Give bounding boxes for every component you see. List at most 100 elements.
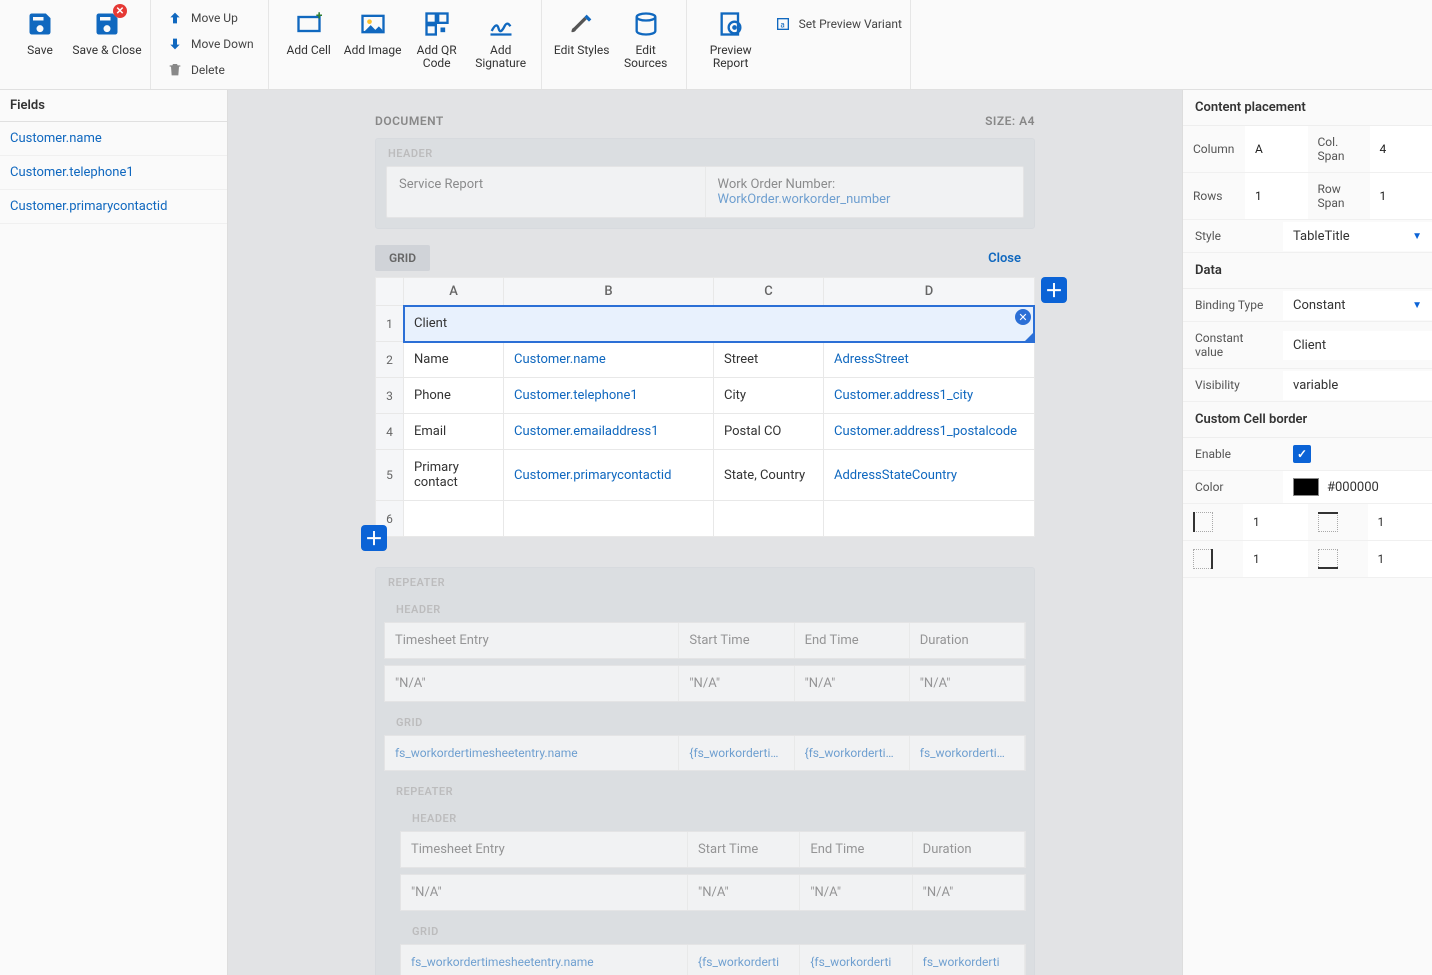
enable-checkbox[interactable]: ✓ [1283, 438, 1432, 470]
canvas[interactable]: DOCUMENT SIZE: A4 HEADER Service Report … [228, 90, 1182, 975]
grid-cell[interactable] [714, 501, 824, 537]
grid-cell[interactable]: Phone [404, 378, 504, 414]
rep-grid-cell[interactable]: {fs_workorderti [800, 945, 912, 975]
row-header[interactable]: 2 [376, 342, 404, 378]
repeater-grid-label: GRID [392, 917, 1034, 944]
rep-header-cell[interactable]: End Time [795, 623, 910, 658]
grid-cell[interactable]: Postal CO [714, 414, 824, 450]
row-header[interactable]: 4 [376, 414, 404, 450]
add-image-button[interactable]: Add Image [341, 4, 405, 57]
rep-grid-cell[interactable]: fs_workordertimesheetentry.... [910, 736, 1025, 770]
save-button[interactable]: Save [8, 4, 72, 57]
binding-type-dropdown[interactable]: Constant ▼ [1283, 291, 1432, 320]
row-header[interactable]: 5 [376, 450, 404, 501]
rep-header-cell[interactable]: Timesheet Entry [401, 832, 688, 867]
grid-cell[interactable]: AdressStreet [824, 342, 1035, 378]
rep-header-cell[interactable]: Start Time [688, 832, 800, 867]
field-item[interactable]: Customer.telephone1 [0, 156, 227, 190]
grid-cell-selected[interactable]: Client [404, 306, 1035, 342]
row-header[interactable]: 1 [376, 306, 404, 342]
colspan-value[interactable]: 4 [1370, 126, 1432, 173]
border-right-icon-cell [1183, 541, 1243, 578]
edit-styles-button[interactable]: Edit Styles [550, 4, 614, 57]
edit-sources-button[interactable]: Edit Sources [614, 4, 678, 70]
color-input[interactable]: #000000 [1283, 471, 1432, 503]
border-left-value[interactable]: 1 [1243, 504, 1308, 541]
col-header-b[interactable]: B [504, 278, 714, 306]
delete-button[interactable]: Delete [165, 60, 254, 80]
save-close-button[interactable]: ✕ Save & Close [72, 4, 142, 57]
grid-cell[interactable]: AddressStateCountry [824, 450, 1035, 501]
move-down-button[interactable]: Move Down [165, 34, 254, 54]
rows-value[interactable]: 1 [1245, 173, 1308, 220]
visibility-input[interactable]: variable [1283, 371, 1432, 400]
grid-cell[interactable]: Customer.emailaddress1 [504, 414, 714, 450]
move-up-button[interactable]: Move Up [165, 8, 254, 28]
col-header-d[interactable]: D [824, 278, 1035, 306]
set-preview-variant-button[interactable]: a Set Preview Variant [773, 14, 902, 34]
rep-na-cell[interactable]: "N/A" [679, 666, 794, 701]
constant-value-input[interactable]: Client [1283, 331, 1432, 360]
grid-cell[interactable]: Email [404, 414, 504, 450]
border-bottom-value[interactable]: 1 [1368, 541, 1432, 578]
repeater-header-label: HEADER [392, 804, 1034, 831]
grid-close-button[interactable]: Close [988, 251, 1025, 266]
rep-header-cell[interactable]: Duration [910, 623, 1025, 658]
rep-na-cell[interactable]: "N/A" [401, 875, 688, 910]
repeater-section[interactable]: REPEATER HEADER Timesheet Entry Start Ti… [375, 567, 1035, 975]
grid-cell[interactable] [404, 501, 504, 537]
column-value[interactable]: A [1245, 126, 1308, 173]
grid-cell[interactable] [824, 501, 1035, 537]
border-right-value[interactable]: 1 [1243, 541, 1308, 578]
grid-cell[interactable]: Customer.address1_city [824, 378, 1035, 414]
rep-grid-cell[interactable]: {fs_workordertimesheetentry.... [795, 736, 910, 770]
header-cell-right[interactable]: Work Order Number: WorkOrder.workorder_n… [706, 167, 1024, 217]
rep-na-cell[interactable]: "N/A" [800, 875, 912, 910]
border-bottom-icon-cell [1308, 541, 1368, 578]
header-section[interactable]: HEADER Service Report Work Order Number:… [375, 138, 1035, 229]
field-item[interactable]: Customer.primarycontactid [0, 190, 227, 224]
document-label: DOCUMENT [375, 114, 444, 128]
col-header-a[interactable]: A [404, 278, 504, 306]
grid-cell[interactable] [504, 501, 714, 537]
rep-grid-cell[interactable]: fs_workorderti [913, 945, 1025, 975]
rep-header-cell[interactable]: Start Time [679, 623, 794, 658]
rep-na-cell[interactable]: "N/A" [913, 875, 1025, 910]
rep-grid-cell[interactable]: fs_workordertimesheetentry.name [401, 945, 688, 975]
rep-na-cell[interactable]: "N/A" [688, 875, 800, 910]
grid-cell[interactable]: Street [714, 342, 824, 378]
grid-cell[interactable]: State, Country [714, 450, 824, 501]
col-header-c[interactable]: C [714, 278, 824, 306]
grid-tab[interactable]: GRID [375, 245, 430, 271]
rep-na-cell[interactable]: "N/A" [385, 666, 679, 701]
rep-header-cell[interactable]: Timesheet Entry [385, 623, 679, 658]
resize-handle[interactable] [1023, 333, 1033, 343]
grid-cell[interactable]: City [714, 378, 824, 414]
grid-cell[interactable]: Customer.telephone1 [504, 378, 714, 414]
row-header[interactable]: 3 [376, 378, 404, 414]
rep-grid-cell[interactable]: {fs_workordertimesheetentry.... [679, 736, 794, 770]
add-signature-button[interactable]: Add Signature [469, 4, 533, 70]
rep-na-cell[interactable]: "N/A" [910, 666, 1025, 701]
field-item[interactable]: Customer.name [0, 122, 227, 156]
rep-grid-cell[interactable]: {fs_workorderti [688, 945, 800, 975]
grid-cell[interactable]: Customer.address1_postalcode [824, 414, 1035, 450]
preview-report-button[interactable]: Preview Report [695, 4, 767, 70]
rep-header-cell[interactable]: End Time [800, 832, 912, 867]
rep-na-cell[interactable]: "N/A" [795, 666, 910, 701]
add-qr-button[interactable]: Add QR Code [405, 4, 469, 70]
add-column-button[interactable]: ＋ [1041, 277, 1067, 303]
add-row-button[interactable]: ＋ [361, 525, 387, 551]
style-dropdown[interactable]: TableTitle ▼ [1283, 222, 1432, 251]
rep-grid-cell[interactable]: fs_workordertimesheetentry.name [385, 736, 679, 770]
grid-cell[interactable]: Name [404, 342, 504, 378]
header-cell-left[interactable]: Service Report [387, 167, 706, 217]
rowspan-value[interactable]: 1 [1370, 173, 1432, 220]
add-cell-button[interactable]: + Add Cell [277, 4, 341, 57]
grid-cell[interactable]: Customer.primarycontactid [504, 450, 714, 501]
clear-cell-button[interactable]: ✕ [1015, 309, 1031, 325]
grid-cell[interactable]: Primary contact [404, 450, 504, 501]
grid-cell[interactable]: Customer.name [504, 342, 714, 378]
rep-header-cell[interactable]: Duration [913, 832, 1025, 867]
border-top-value[interactable]: 1 [1368, 504, 1432, 541]
